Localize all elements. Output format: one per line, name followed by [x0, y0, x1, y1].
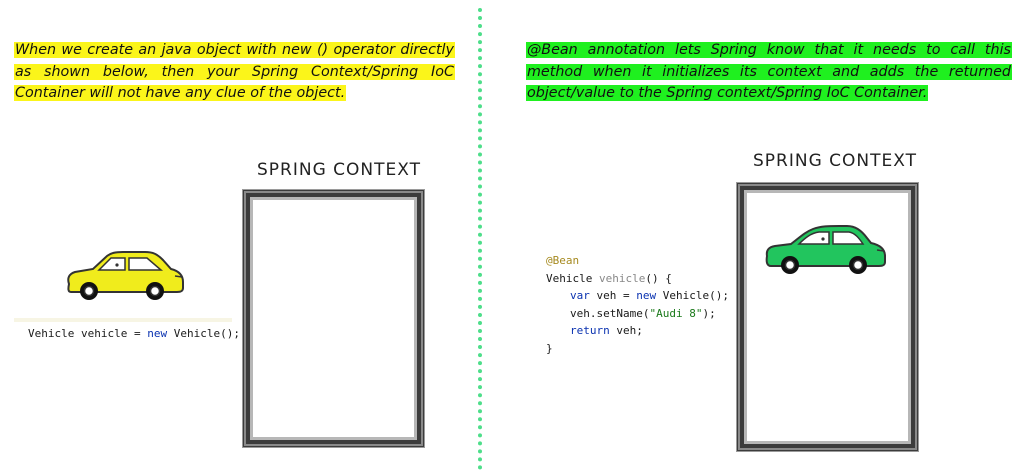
- left-code-snippet: Vehicle vehicle = new Vehicle();: [28, 327, 240, 340]
- left-context-title: SPRING CONTEXT: [257, 160, 421, 180]
- code-keyword-var: var: [570, 289, 590, 302]
- right-car-driver-icon: [821, 237, 825, 241]
- code-assign: =: [133, 327, 141, 340]
- left-car-icon: [67, 251, 184, 300]
- code-keyword-return: return: [570, 324, 610, 337]
- code-return-value: veh;: [616, 324, 643, 337]
- code-keyword-new: new: [636, 289, 657, 302]
- code-line-5: return veh;: [546, 322, 729, 340]
- right-description: @Bean annotation lets Spring know that i…: [526, 40, 1012, 105]
- code-line-2: Vehicle vehicle() {: [546, 270, 729, 288]
- code-type: Vehicle: [28, 327, 75, 340]
- left-spring-context-frame: [243, 190, 424, 447]
- code-string-literal: "Audi 8": [649, 306, 703, 320]
- right-description-text: @Bean annotation lets Spring know that i…: [526, 42, 1012, 101]
- right-car-icon: [765, 225, 886, 274]
- code-var: vehicle: [80, 327, 128, 340]
- left-description: When we create an java object with new (…: [14, 40, 455, 105]
- left-description-text: When we create an java object with new (…: [14, 42, 455, 101]
- code-line-3: var veh = new Vehicle();: [546, 287, 729, 305]
- section-divider: [478, 8, 482, 470]
- code-line-1: @Bean: [546, 252, 729, 270]
- code-signature-tail: () {: [645, 271, 672, 285]
- right-context-title: SPRING CONTEXT: [753, 151, 917, 171]
- code-keyword-new: new: [147, 327, 168, 340]
- right-code-snippet: @Bean Vehicle vehicle() {var veh = new Ve…: [546, 252, 729, 357]
- code-setname-call: veh.setName(: [570, 306, 650, 320]
- code-constructor: Vehicle();: [173, 327, 240, 340]
- code-constructor: Vehicle();: [662, 289, 729, 302]
- code-line-6: }: [546, 340, 729, 358]
- left-car-driver-icon: [115, 263, 119, 267]
- code-return-type: Vehicle: [546, 271, 593, 285]
- code-method-name: vehicle: [598, 271, 646, 285]
- code-call-close: );: [702, 306, 716, 320]
- code-close-brace: }: [546, 341, 553, 355]
- code-line-4: veh.setName("Audi 8");: [546, 305, 729, 323]
- code-annotation: @Bean: [546, 254, 580, 267]
- code-var-assign: veh =: [596, 289, 630, 302]
- left-code-bar: [14, 318, 232, 322]
